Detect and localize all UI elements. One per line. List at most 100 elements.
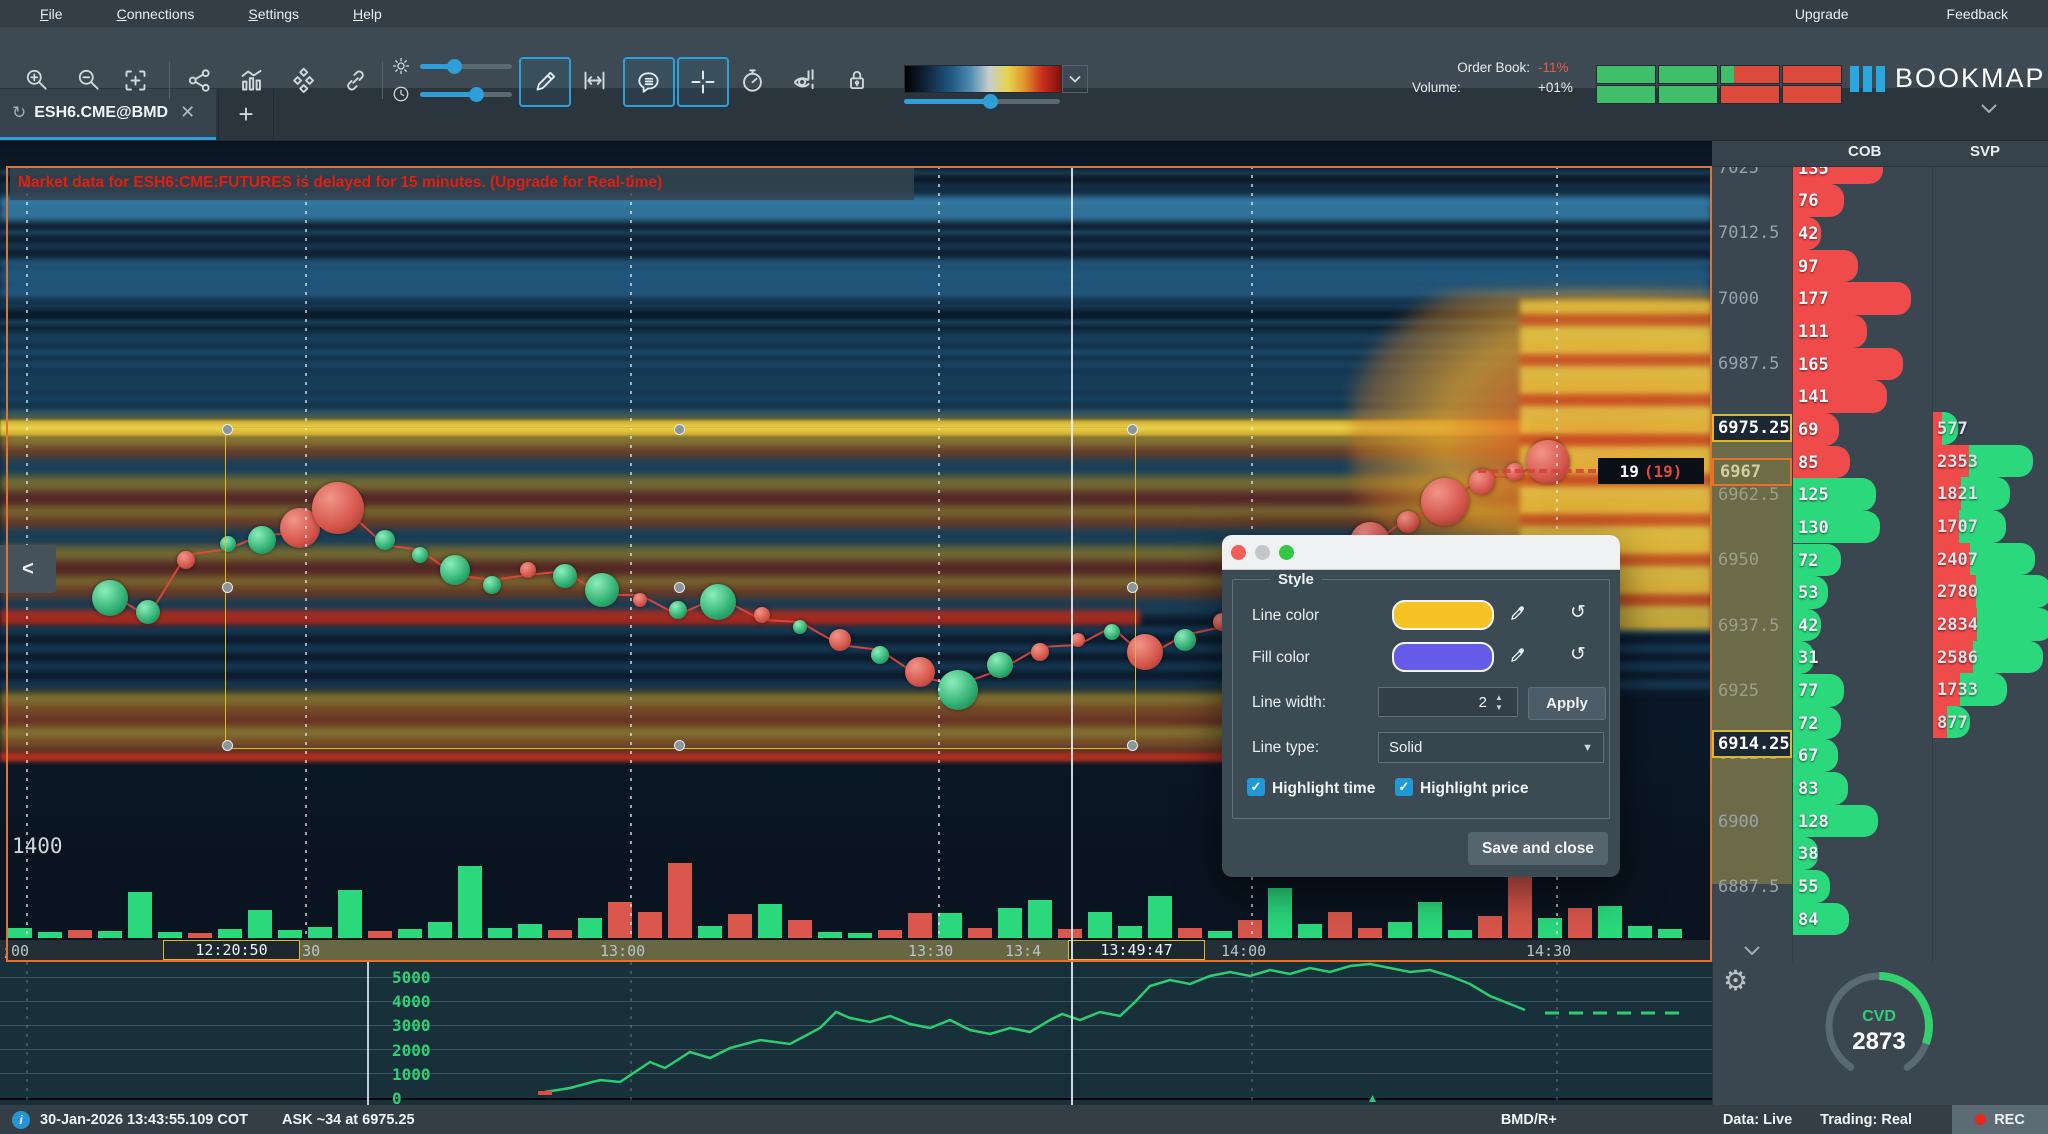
collapse-panel-button[interactable]: < xyxy=(0,545,56,593)
price-axis[interactable]: 70257012.570006987.56962.569506937.56925… xyxy=(1712,140,1792,962)
cob-value: 97 xyxy=(1798,257,1818,277)
line-width-stepper[interactable]: ▲▼ xyxy=(1492,691,1506,715)
lock-icon[interactable] xyxy=(840,63,874,97)
volume-bar xyxy=(368,931,392,938)
svp-bar-buy xyxy=(1976,575,2048,608)
notes-bubble-button[interactable] xyxy=(623,57,675,107)
volume-bar xyxy=(338,890,362,938)
trade-bubble xyxy=(220,536,236,552)
cob-value: 125 xyxy=(1798,485,1829,505)
measure-width-icon[interactable] xyxy=(577,63,611,97)
selection-handle[interactable] xyxy=(1127,424,1138,435)
menu-item-connections[interactable]: Connections xyxy=(103,6,209,22)
dialog-titlebar[interactable] xyxy=(1222,535,1620,570)
time-axis[interactable]: ;0012:3013:0013:3013:414:0014:30 12:20:5… xyxy=(0,940,1712,962)
trade-bubble xyxy=(412,547,428,563)
replay-timer-icon[interactable] xyxy=(735,63,769,97)
cob-value: 72 xyxy=(1798,714,1818,734)
selection-handle[interactable] xyxy=(1127,740,1138,751)
time-label: 14:00 xyxy=(1221,942,1266,960)
fill-color-eyedropper-icon[interactable] xyxy=(1506,643,1530,667)
menu-item-feedback[interactable]: Feedback xyxy=(1933,6,2022,22)
price-axis-chevron-icon[interactable] xyxy=(1712,940,1792,962)
volume-bar xyxy=(998,908,1022,938)
time-label: 13:4 xyxy=(1005,942,1041,960)
menu-item-settings[interactable]: Settings xyxy=(234,6,313,22)
menu-item-file[interactable]: File xyxy=(26,6,77,22)
selection-handle[interactable] xyxy=(674,582,685,593)
volume-chart-icon[interactable] xyxy=(234,63,268,97)
highlight-price-checkbox[interactable]: ✓ xyxy=(1395,778,1413,796)
volume-bar xyxy=(728,914,752,938)
line-color-reset-icon[interactable]: ↺ xyxy=(1566,600,1590,624)
zoom-in-icon[interactable] xyxy=(20,63,54,97)
svp-header[interactable]: SVP xyxy=(1970,143,2000,160)
palette-slider-thumb[interactable] xyxy=(983,94,998,109)
drawing-selection-rect[interactable] xyxy=(225,427,1136,749)
trade-bubble xyxy=(1397,511,1419,533)
brightness-slider[interactable] xyxy=(420,64,512,69)
line-color-swatch[interactable] xyxy=(1392,600,1494,630)
fill-color-reset-icon[interactable]: ↺ xyxy=(1566,642,1590,666)
icebergs-icon[interactable] xyxy=(286,63,320,97)
volume-bar xyxy=(1508,874,1532,938)
rec-indicator[interactable]: REC xyxy=(1952,1105,2048,1134)
palette-intensity-slider[interactable] xyxy=(904,99,1060,104)
save-and-close-button[interactable]: Save and close xyxy=(1468,832,1608,865)
selection-handle[interactable] xyxy=(1127,582,1138,593)
selection-handle[interactable] xyxy=(674,424,685,435)
highlight-price-label: Highlight price xyxy=(1420,780,1529,798)
time-slider-thumb[interactable] xyxy=(469,87,484,102)
svp-column[interactable]: 57723531821170724072780283425861733877 xyxy=(1932,140,2048,962)
cob-column[interactable]: 1357642971771111651416985125130725342317… xyxy=(1792,140,1933,962)
crosshair-button[interactable] xyxy=(677,57,729,107)
draw-pencil-button[interactable] xyxy=(519,57,571,107)
volume-bar xyxy=(1028,900,1052,938)
selection-handle[interactable] xyxy=(222,424,233,435)
trade-bubble xyxy=(280,508,320,548)
palette-dropdown[interactable] xyxy=(1062,65,1088,93)
link-icon[interactable] xyxy=(338,63,372,97)
status-trading-mode: Trading: Real xyxy=(1820,1112,1912,1128)
volume-bar xyxy=(248,910,272,938)
volume-bar xyxy=(308,927,332,938)
status-bar: i 30-Jan-2026 13:43:55.109 COT ASK ~34 a… xyxy=(0,1105,2048,1134)
line-color-eyedropper-icon[interactable] xyxy=(1506,601,1530,625)
cob-value: 42 xyxy=(1798,616,1818,636)
brightness-icon xyxy=(390,55,412,77)
tabbar-chevron-icon[interactable] xyxy=(1978,102,2000,121)
heatmap-palette[interactable] xyxy=(904,65,1062,93)
volume-bar xyxy=(578,918,602,938)
dialog-minimize-button[interactable] xyxy=(1255,545,1270,560)
brightness-slider-thumb[interactable] xyxy=(447,59,462,74)
selection-handle[interactable] xyxy=(674,740,685,751)
svp-bar-buy xyxy=(1973,641,2043,674)
highlight-time-checkbox[interactable]: ✓ xyxy=(1247,778,1265,796)
fill-color-swatch[interactable] xyxy=(1392,642,1494,672)
volume-value: +01% xyxy=(1538,80,1573,95)
status-timestamp: 30-Jan-2026 13:43:55.109 COT xyxy=(40,1112,248,1128)
apply-button[interactable]: Apply xyxy=(1528,687,1606,720)
dialog-close-button[interactable] xyxy=(1231,545,1246,560)
menu-item-help[interactable]: Help xyxy=(339,6,396,22)
depth-share-icon[interactable] xyxy=(182,63,216,97)
trade-bubble xyxy=(1421,478,1469,526)
menu-item-upgrade[interactable]: Upgrade xyxy=(1781,6,1863,22)
cob-header[interactable]: COB xyxy=(1848,143,1881,160)
selection-handle[interactable] xyxy=(222,582,233,593)
price-highlight-upper: 6975.25 xyxy=(1712,414,1792,442)
selection-handle[interactable] xyxy=(222,740,233,751)
time-slider[interactable] xyxy=(420,92,512,97)
dialog-zoom-button[interactable] xyxy=(1279,545,1294,560)
tab-sync-icon[interactable]: ↻ xyxy=(12,103,26,123)
svp-value: 2834 xyxy=(1937,615,1978,635)
info-icon[interactable]: i xyxy=(12,1111,30,1129)
line-type-select[interactable]: Solid ▼ xyxy=(1378,732,1604,763)
bookmap-logo-icon xyxy=(1850,66,1885,92)
tab-close-icon[interactable]: ✕ xyxy=(180,102,195,123)
zoom-out-icon[interactable] xyxy=(72,63,106,97)
zoom-region-icon[interactable] xyxy=(118,63,152,97)
cvd-subchart[interactable]: 500040003000200010000 xyxy=(0,962,1712,1105)
gear-icon[interactable]: ⚙ xyxy=(1723,964,1748,997)
visibility-eye-icon[interactable] xyxy=(788,63,822,97)
